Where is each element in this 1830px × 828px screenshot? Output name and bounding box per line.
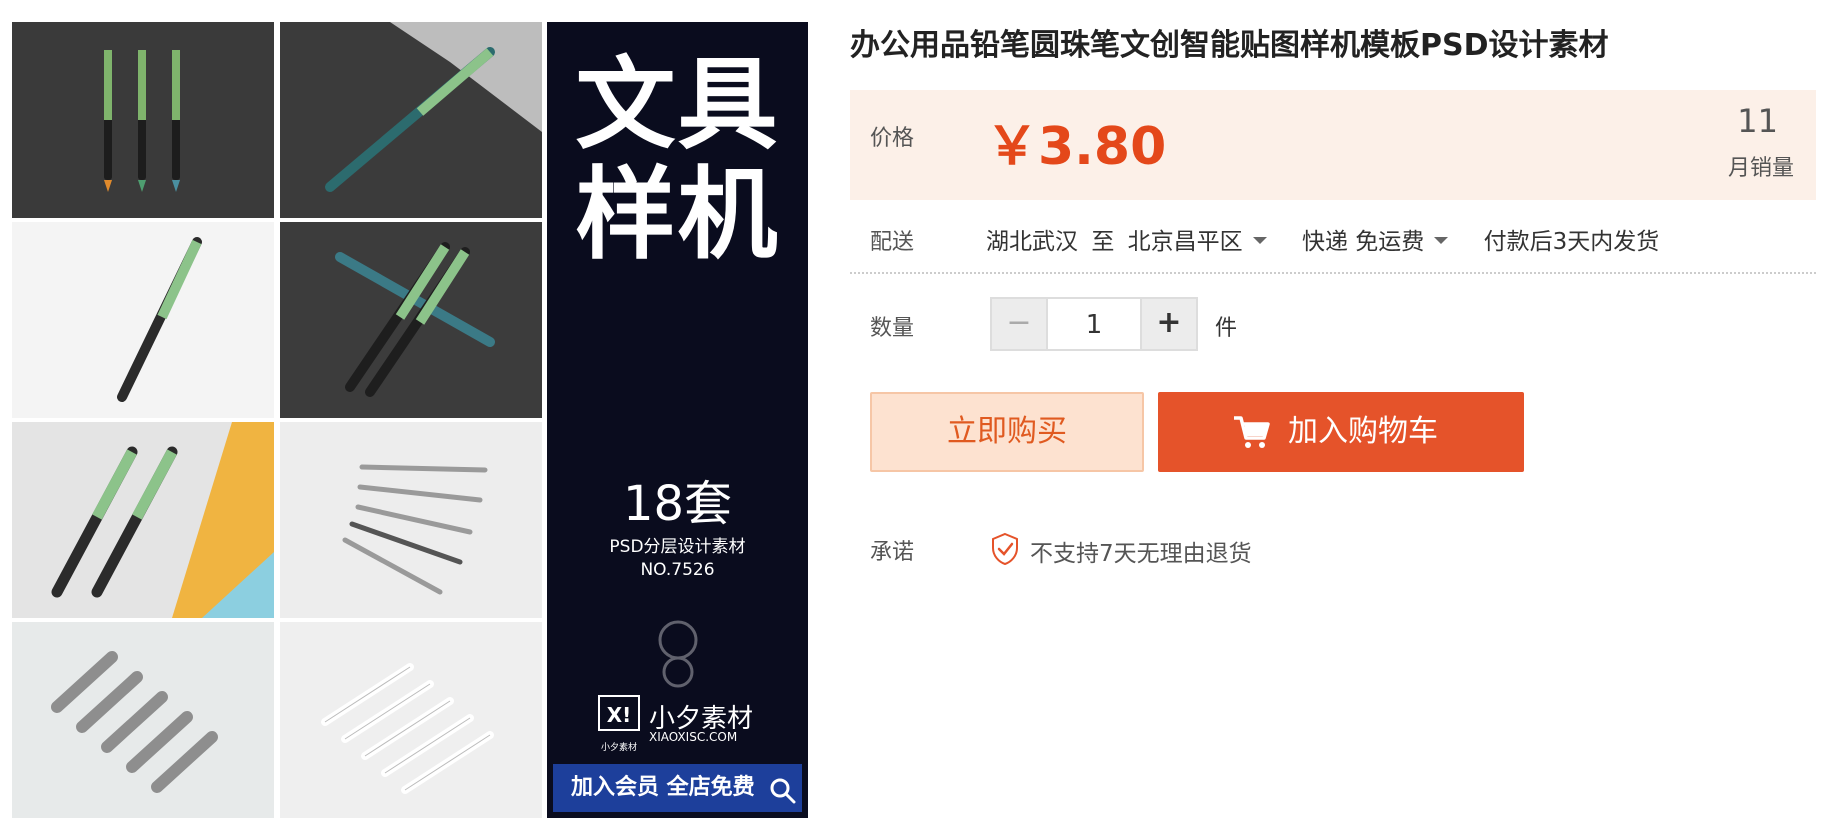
quantity-input[interactable]: 1 <box>1046 299 1142 349</box>
add-to-cart-button[interactable]: 加入购物车 <box>1158 392 1524 472</box>
member-strip[interactable]: 加入会员 全店免费 <box>553 764 802 812</box>
banner-headline: 文具 样机 <box>547 50 808 270</box>
brand-url: XIAOXISC.COM <box>649 730 738 744</box>
thumb-pen-on-block[interactable] <box>280 22 542 218</box>
delivery-to-word: 至 <box>1091 229 1115 255</box>
monthly-sales-label: 月销量 <box>1727 156 1794 181</box>
thumb-three-pens-dark[interactable] <box>12 22 274 218</box>
quantity-stepper: − 1 + <box>990 297 1198 351</box>
price-value: ￥3.80 <box>986 117 1167 177</box>
thumb-metal-pens-fan[interactable] <box>280 422 542 618</box>
price-box: 价格 ￥3.80 11 月销量 <box>850 90 1816 200</box>
quantity-decrease-button[interactable]: − <box>992 299 1046 349</box>
thumb-pens-on-paper[interactable] <box>12 422 274 618</box>
delivery-from: 湖北武汉 <box>986 229 1078 255</box>
caret-down-icon <box>1252 237 1267 244</box>
delivery-label: 配送 <box>870 230 915 255</box>
promise-label: 承诺 <box>870 540 915 565</box>
svg-text:X!: X! <box>607 703 632 727</box>
caret-down-icon <box>1434 237 1449 244</box>
dispatch-time: 付款后3天内发货 <box>1483 229 1660 255</box>
promise-text: 不支持7天无理由退货 <box>1030 541 1252 567</box>
product-info: 办公用品铅笔圆珠笔文创智能贴图样机模板PSD设计素材 价格 ￥3.80 11 月… <box>850 0 1820 828</box>
thumb-crossed-pens[interactable] <box>280 222 542 418</box>
quantity-label: 数量 <box>870 316 915 341</box>
brand-logo-icon: X! <box>598 695 640 731</box>
delivery-destination-text: 北京昌平区 <box>1127 229 1243 255</box>
thumb-white-pens-row[interactable] <box>280 622 542 818</box>
product-gallery: 文具 样机 18套 PSD分层设计素材 NO.7526 X! 小夕素材 小夕素材… <box>12 22 808 818</box>
promo-banner[interactable]: 文具 样机 18套 PSD分层设计素材 NO.7526 X! 小夕素材 小夕素材… <box>547 22 808 818</box>
shipping-text: 快递 免运费 <box>1301 229 1425 255</box>
brand-logo-caption: 小夕素材 <box>600 743 637 753</box>
banner-subtitle: PSD分层设计素材 <box>609 537 746 557</box>
buy-now-button[interactable]: 立即购买 <box>870 392 1144 472</box>
banner-number: NO.7526 <box>640 560 715 580</box>
thumb-grey-pens-row[interactable] <box>12 622 274 818</box>
cart-icon <box>1234 416 1270 448</box>
banner-headline-line2: 样机 <box>575 156 780 273</box>
banner-count: 18套 <box>622 476 733 532</box>
member-text: 加入会员 全店免费 <box>571 775 755 800</box>
delivery-info: 湖北武汉 至 北京昌平区 快递 免运费 付款后3天内发货 <box>986 222 1665 256</box>
add-to-cart-label: 加入购物车 <box>1288 414 1438 449</box>
product-title: 办公用品铅笔圆珠笔文创智能贴图样机模板PSD设计素材 <box>850 28 1609 63</box>
thumb-pen-standing-white[interactable] <box>12 222 274 418</box>
magnifier-icon[interactable] <box>768 776 796 804</box>
delivery-destination-select[interactable]: 北京昌平区 <box>1128 229 1289 255</box>
shield-check-icon <box>992 532 1018 566</box>
monthly-sales-count: 11 <box>1737 102 1778 140</box>
shipping-select[interactable]: 快递 免运费 <box>1302 229 1470 255</box>
price-label: 价格 <box>870 126 915 151</box>
quantity-unit: 件 <box>1215 316 1238 341</box>
mascot-icon <box>658 620 698 688</box>
banner-headline-line1: 文具 <box>575 46 780 163</box>
quantity-increase-button[interactable]: + <box>1142 299 1196 349</box>
divider <box>850 272 1816 274</box>
